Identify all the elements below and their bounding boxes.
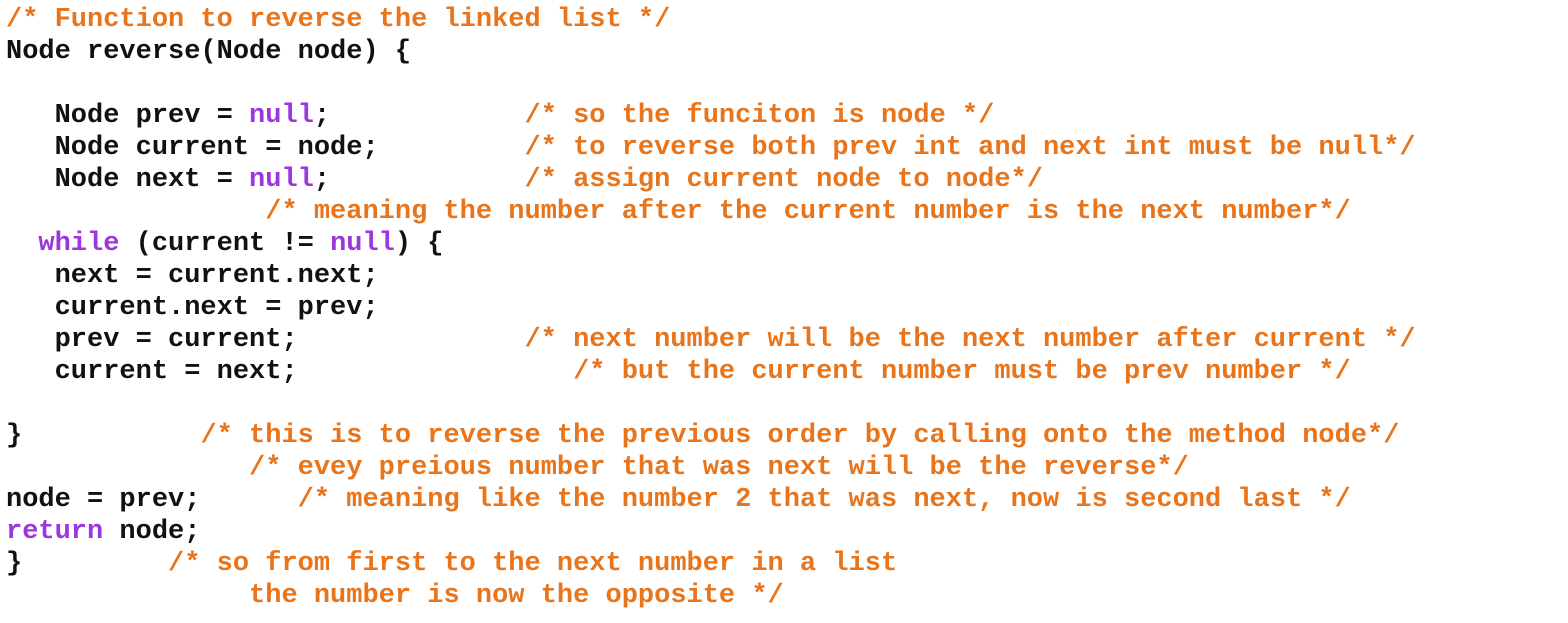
code-keyword: null xyxy=(249,165,314,195)
code-line: Node next = null; /* assign current node… xyxy=(6,164,1568,196)
code-text: node; xyxy=(103,517,201,547)
code-comment: /* next number will be the next number a… xyxy=(524,325,1416,355)
code-line: /* meaning the number after the current … xyxy=(6,196,1568,228)
code-line: next = current.next; xyxy=(6,260,1568,292)
code-text: } xyxy=(6,421,201,451)
code-keyword: null xyxy=(249,101,314,131)
code-line: current.next = prev; xyxy=(6,292,1568,324)
code-line: Node current = node; /* to reverse both … xyxy=(6,132,1568,164)
code-line: prev = current; /* next number will be t… xyxy=(6,324,1568,356)
code-line: } /* so from first to the next number in… xyxy=(6,548,1568,580)
code-text: Node prev = xyxy=(6,101,250,131)
code-text: prev = current; xyxy=(6,325,525,355)
code-keyword: return xyxy=(6,517,104,547)
code-block: /* Function to reverse the linked list *… xyxy=(0,0,1568,612)
code-line: } /* this is to reverse the previous ord… xyxy=(6,420,1568,452)
code-comment: /* meaning the number after the current … xyxy=(265,197,1351,227)
code-line: the number is now the opposite */ xyxy=(6,580,1568,612)
code-comment: /* to reverse both prev int and next int… xyxy=(524,133,1416,163)
code-text: Node next = xyxy=(6,165,250,195)
code-comment: /* but the current number must be prev n… xyxy=(573,357,1351,387)
code-comment: /* assign current node to node*/ xyxy=(524,165,1043,195)
code-line: /* Function to reverse the linked list *… xyxy=(6,4,1568,36)
code-line: current = next; /* but the current numbe… xyxy=(6,356,1568,388)
code-text: current = next; xyxy=(6,357,574,387)
code-text: ; xyxy=(313,165,525,195)
code-comment: /* Function to reverse the linked list *… xyxy=(6,5,671,35)
code-comment: /* so from first to the next number in a… xyxy=(168,549,898,579)
code-text: current.next = prev; xyxy=(6,293,379,323)
code-text: ) { xyxy=(394,229,444,259)
code-text: ; xyxy=(313,101,525,131)
code-comment: the number is now the opposite */ xyxy=(249,581,784,611)
code-comment: /* meaning like the number 2 that was ne… xyxy=(297,485,1351,515)
code-keyword: null xyxy=(330,229,395,259)
code-comment: /* evey preious number that was next wil… xyxy=(249,453,1189,483)
code-text: node = prev; xyxy=(6,485,298,515)
code-text: Node current = node; xyxy=(6,133,525,163)
code-comment: /* so the funciton is node */ xyxy=(524,101,995,131)
code-text: (current != xyxy=(119,229,331,259)
code-line: return node; xyxy=(6,516,1568,548)
code-comment: /* this is to reverse the previous order… xyxy=(200,421,1400,451)
code-line: while (current != null) { xyxy=(6,228,1568,260)
code-text: Node reverse(Node node) { xyxy=(6,37,412,67)
code-text: } xyxy=(6,549,169,579)
code-text: next = current.next; xyxy=(6,261,379,291)
code-line: Node prev = null; /* so the funciton is … xyxy=(6,100,1568,132)
code-keyword: while xyxy=(38,229,120,259)
code-line: /* evey preious number that was next wil… xyxy=(6,452,1568,484)
code-line: Node reverse(Node node) { xyxy=(6,36,1568,68)
code-line: node = prev; /* meaning like the number … xyxy=(6,484,1568,516)
